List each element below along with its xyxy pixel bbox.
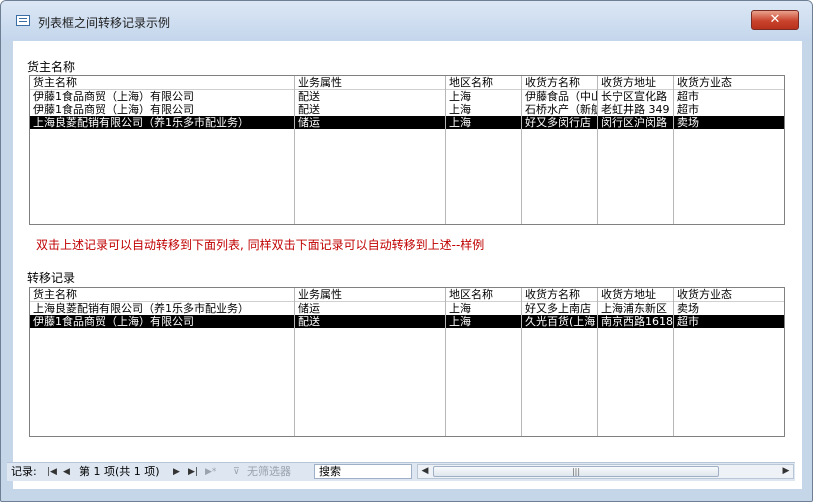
column-header-row: 货主名称 业务属性 地区名称 收货方名称 收货方地址 收货方业态 — [30, 288, 784, 301]
list-row[interactable]: 上海良菱配销有限公司（养1乐多市配业务） 储运 上海 好又多闵行店 闵行区沪闵路 卖场 — [30, 116, 784, 129]
list-cell: 闵行区沪闵路 — [601, 116, 667, 129]
column-divider — [673, 288, 674, 436]
horizontal-scrollbar[interactable]: ◀ ||| ▶ — [417, 464, 794, 479]
column-divider — [597, 288, 598, 436]
no-filter-button[interactable]: 无筛选器 — [247, 465, 291, 479]
list-cell: 配送 — [298, 103, 320, 116]
list-cell: 上海良菱配销有限公司（养1乐多市配业务） — [33, 116, 249, 129]
source-section-label: 货主名称 — [27, 60, 76, 74]
column-header[interactable]: 收货方名称 — [522, 288, 598, 301]
list-cell: 卖场 — [677, 302, 699, 315]
list-cell: 伊藤食品（中山 — [525, 90, 598, 103]
list-cell: 老虹井路 349 — [601, 103, 670, 116]
list-row[interactable]: 伊藤1食品商贸（上海）有限公司 配送 上海 久光百货(上海 南京西路1618 超市 — [30, 315, 784, 328]
list-cell: 上海 — [449, 90, 471, 103]
list-cell: 超市 — [677, 315, 699, 328]
list-cell: 配送 — [298, 90, 320, 103]
last-record-icon[interactable]: ▶| — [188, 465, 198, 479]
record-label: 记录: — [11, 465, 37, 478]
first-record-icon[interactable]: |◀ — [47, 465, 57, 479]
column-header[interactable]: 货主名称 — [30, 76, 295, 89]
column-header-row: 货主名称 业务属性 地区名称 收货方名称 收货方地址 收货方业态 — [30, 76, 784, 89]
list-cell: 上海浦东新区 — [601, 302, 667, 315]
next-record-icon[interactable]: ▶ — [173, 465, 180, 479]
transfer-section-label: 转移记录 — [27, 271, 76, 285]
column-header[interactable]: 收货方名称 — [522, 76, 598, 89]
column-divider — [521, 76, 522, 224]
list-row[interactable]: 伊藤1食品商贸（上海）有限公司 配送 上海 石桥水产（新航 老虹井路 349 超市 — [30, 103, 784, 116]
list-cell: 伊藤1食品商贸（上海）有限公司 — [33, 103, 194, 116]
record-navigation-bar: 记录: |◀ ◀ 第 1 项(共 1 项) ▶ ▶| ▶* ⊽ 无筛选器 搜索 … — [7, 462, 795, 481]
column-divider — [673, 76, 674, 224]
column-header[interactable]: 收货方地址 — [598, 76, 674, 89]
close-button[interactable]: ✕ — [751, 10, 799, 30]
app-window: 列表框之间转移记录示例 ✕ 货主名称 货主名称 业务属性 地区名称 收货方名称 收货方地… — [0, 0, 813, 502]
column-divider — [521, 288, 522, 436]
column-divider — [597, 76, 598, 224]
list-cell: 储运 — [298, 302, 320, 315]
list-cell: 上海良菱配销有限公司（养1乐多市配业务） — [33, 302, 249, 315]
column-divider — [445, 288, 446, 436]
list-cell: 超市 — [677, 103, 699, 116]
column-header[interactable]: 收货方业态 — [674, 76, 784, 89]
list-cell: 上海 — [449, 103, 471, 116]
list-cell: 久光百货(上海 — [525, 315, 596, 328]
column-header[interactable]: 地区名称 — [446, 76, 522, 89]
title-bar: 列表框之间转移记录示例 ✕ — [1, 1, 812, 41]
list-cell: 上海 — [449, 315, 471, 328]
list-cell: 上海 — [449, 302, 471, 315]
column-divider — [294, 288, 295, 436]
column-header[interactable]: 收货方地址 — [598, 288, 674, 301]
filter-icon: ⊽ — [233, 467, 240, 477]
window-title: 列表框之间转移记录示例 — [38, 16, 171, 30]
column-header[interactable]: 收货方业态 — [674, 288, 784, 301]
list-cell: 卖场 — [677, 116, 699, 129]
list-row[interactable]: 上海良菱配销有限公司（养1乐多市配业务） 储运 上海 好又多上南店 上海浦东新区 卖场 — [30, 302, 784, 315]
scroll-thumb[interactable]: ||| — [433, 466, 719, 477]
search-input[interactable]: 搜索 — [314, 464, 412, 479]
column-header[interactable]: 业务属性 — [295, 288, 446, 301]
list-cell: 配送 — [298, 315, 320, 328]
list-cell: 上海 — [449, 116, 471, 129]
previous-record-icon[interactable]: ◀ — [63, 465, 70, 479]
list-cell: 长宁区宣化路 — [601, 90, 667, 103]
record-position[interactable]: 第 1 项(共 1 项) — [79, 465, 160, 479]
source-listbox[interactable]: 货主名称 业务属性 地区名称 收货方名称 收货方地址 收货方业态 伊藤1食品商贸（上海）有限… — [29, 75, 785, 225]
column-header[interactable]: 货主名称 — [30, 288, 295, 301]
scroll-left-icon[interactable]: ◀ — [418, 465, 432, 478]
list-cell: 好又多上南店 — [525, 302, 591, 315]
list-cell: 伊藤1食品商贸（上海）有限公司 — [33, 315, 194, 328]
form-icon — [16, 15, 30, 26]
list-cell: 石桥水产（新航 — [525, 103, 598, 116]
column-divider — [294, 76, 295, 224]
column-header[interactable]: 业务属性 — [295, 76, 446, 89]
column-header[interactable]: 地区名称 — [446, 288, 522, 301]
scroll-right-icon[interactable]: ▶ — [779, 465, 793, 478]
list-cell: 伊藤1食品商贸（上海）有限公司 — [33, 90, 194, 103]
new-record-icon[interactable]: ▶* — [205, 465, 216, 479]
list-cell: 好又多闵行店 — [525, 116, 591, 129]
list-cell: 储运 — [298, 116, 320, 129]
list-cell: 超市 — [677, 90, 699, 103]
transfer-listbox[interactable]: 货主名称 业务属性 地区名称 收货方名称 收货方地址 收货方业态 上海良菱配销有限公司（养1… — [29, 287, 785, 437]
form-body: 货主名称 货主名称 业务属性 地区名称 收货方名称 收货方地址 收货方业态 伊藤1食品商贸（… — [13, 41, 802, 489]
column-divider — [445, 76, 446, 224]
hint-text: 双击上述记录可以自动转移到下面列表, 同样双击下面记录可以自动转移到上述--样例 — [36, 238, 485, 252]
list-row[interactable]: 伊藤1食品商贸（上海）有限公司 配送 上海 伊藤食品（中山 长宁区宣化路 超市 — [30, 90, 784, 103]
list-cell: 南京西路1618 — [601, 315, 673, 328]
